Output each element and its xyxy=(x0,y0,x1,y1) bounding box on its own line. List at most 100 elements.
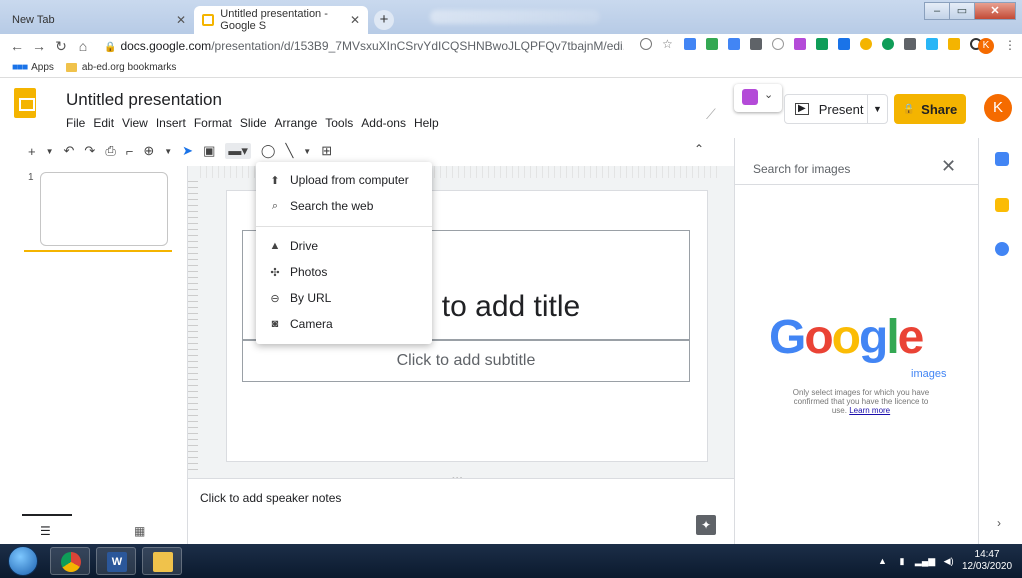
windows-taskbar: W ▲ ▮ ▂▄▆ ◀) 14:47 12/03/2020 xyxy=(0,544,1022,578)
menu-slide[interactable]: Slide xyxy=(240,116,267,130)
tab-untitled-presentation[interactable]: Untitled presentation - Google S ✕ xyxy=(194,6,368,34)
minimize-icon[interactable]: – xyxy=(924,2,950,20)
menu-arrange[interactable]: Arrange xyxy=(275,116,318,130)
new-slide-icon[interactable]: + xyxy=(28,144,36,159)
menu-item-upload[interactable]: ⬆ Upload from computer xyxy=(256,168,432,192)
extension-icon[interactable] xyxy=(860,38,872,50)
extension-icon[interactable] xyxy=(926,38,938,50)
new-slide-dropdown-icon[interactable]: ▼ xyxy=(46,147,54,156)
taskbar-explorer[interactable] xyxy=(142,547,182,575)
bookmark-ab-ed[interactable]: ab-ed.org bookmarks xyxy=(82,62,177,73)
window-close-icon[interactable]: ✕ xyxy=(974,2,1016,20)
extension-popup[interactable]: ⌄ xyxy=(734,84,782,112)
extension-icon[interactable] xyxy=(904,38,916,50)
menu-edit[interactable]: Edit xyxy=(93,116,114,130)
menu-item-camera[interactable]: ◙ Camera xyxy=(256,312,432,336)
select-cursor-icon[interactable]: ➤ xyxy=(182,143,193,159)
paint-format-icon[interactable]: ⌐ xyxy=(126,144,134,159)
image-search-input[interactable]: Search for images xyxy=(753,162,850,176)
keep-icon[interactable] xyxy=(995,198,1009,212)
explore-icon[interactable]: ✦ xyxy=(696,515,716,535)
new-tab-button[interactable]: + xyxy=(374,10,394,30)
maximize-icon[interactable]: ▭ xyxy=(949,2,975,20)
menu-file[interactable]: File xyxy=(66,116,85,130)
document-title[interactable]: Untitled presentation xyxy=(66,90,222,110)
home-icon[interactable]: ⌂ xyxy=(72,38,94,54)
menu-add-ons[interactable]: Add-ons xyxy=(361,116,406,130)
address-bar[interactable]: 🔒 docs.google.com/presentation/d/153B9_7M… xyxy=(104,34,624,58)
forward-icon[interactable]: → xyxy=(28,38,50,54)
close-icon[interactable]: ✕ xyxy=(941,156,956,177)
tab-close-icon[interactable]: ✕ xyxy=(350,13,360,27)
browser-menu-icon[interactable]: ⋮ xyxy=(1004,38,1016,52)
taskbar-word[interactable]: W xyxy=(96,547,136,575)
grid-view-icon[interactable]: ▦ xyxy=(134,524,145,538)
line-dropdown-icon[interactable]: ▼ xyxy=(303,147,311,156)
comment-icon[interactable]: ⊞ xyxy=(321,143,332,159)
bookmark-apps[interactable]: Apps xyxy=(31,62,54,73)
photos-icon: ✣ xyxy=(270,266,280,279)
taskbar-chrome[interactable] xyxy=(50,547,90,575)
undo-icon[interactable]: ↶ xyxy=(64,143,75,159)
redo-icon[interactable]: ↷ xyxy=(84,143,95,159)
extension-icon[interactable] xyxy=(706,38,718,50)
apps-grid-icon[interactable]: ■■■ xyxy=(12,62,28,73)
extension-icon[interactable] xyxy=(750,38,762,50)
zoom-icon[interactable]: ⊕ xyxy=(143,143,154,159)
text-box-icon[interactable]: ▣ xyxy=(203,143,215,159)
speaker-notes[interactable]: Click to add speaker notes ✦ xyxy=(188,478,734,544)
zoom-dropdown-icon[interactable]: ▼ xyxy=(164,147,172,156)
share-button[interactable]: 🔒 Share xyxy=(894,94,966,124)
extension-icon[interactable] xyxy=(728,38,740,50)
menu-item-drive[interactable]: ▲ Drive xyxy=(256,234,432,258)
menu-view[interactable]: View xyxy=(122,116,148,130)
collapse-toolbar-icon[interactable]: ⌃ xyxy=(694,142,704,156)
extension-icon[interactable] xyxy=(816,38,828,50)
activity-trend-icon[interactable]: ⟋ xyxy=(706,106,716,123)
slides-logo-icon[interactable] xyxy=(14,88,36,118)
browser-profile-avatar[interactable]: K xyxy=(978,38,994,54)
extension-icon[interactable] xyxy=(948,38,960,50)
present-dropdown-icon[interactable]: ▼ xyxy=(867,94,887,124)
menu-item-label: By URL xyxy=(290,291,332,305)
signal-icon[interactable]: ▂▄▆ xyxy=(915,556,935,566)
tasks-icon[interactable] xyxy=(995,242,1009,256)
calendar-icon[interactable] xyxy=(995,152,1009,166)
menu-item-search-web[interactable]: ⌕ Search the web xyxy=(256,194,432,218)
insert-image-icon[interactable]: ▬▾ xyxy=(225,143,251,159)
account-avatar[interactable]: K xyxy=(984,94,1012,122)
filmstrip-view-icon[interactable]: ☰ xyxy=(40,524,51,538)
star-icon[interactable]: ☆ xyxy=(662,38,674,50)
line-icon[interactable]: ╲ xyxy=(285,143,293,159)
zoom-icon[interactable] xyxy=(640,38,652,50)
extension-icon[interactable] xyxy=(882,38,894,50)
menu-format[interactable]: Format xyxy=(194,116,232,130)
reload-icon[interactable]: ↻ xyxy=(50,38,72,55)
extension-icon[interactable] xyxy=(838,38,850,50)
menu-insert[interactable]: Insert xyxy=(156,116,186,130)
tab-close-icon[interactable]: ✕ xyxy=(176,13,186,27)
menu-help[interactable]: Help xyxy=(414,116,439,130)
slide-thumbnail[interactable] xyxy=(40,172,168,246)
menu-tools[interactable]: Tools xyxy=(325,116,353,130)
volume-icon[interactable]: ◀) xyxy=(944,556,954,566)
license-disclaimer: Only select images for which you have co… xyxy=(791,388,931,415)
subtitle-placeholder[interactable]: Click to add subtitle xyxy=(242,340,690,382)
extension-icon[interactable] xyxy=(794,38,806,50)
start-button-icon[interactable] xyxy=(8,546,38,576)
learn-more-link[interactable]: Learn more xyxy=(849,406,890,415)
menu-item-photos[interactable]: ✣ Photos xyxy=(256,260,432,284)
chevron-right-icon[interactable]: › xyxy=(997,516,1001,530)
print-icon[interactable]: ⎙ xyxy=(105,143,115,159)
taskbar-clock[interactable]: 14:47 12/03/2020 xyxy=(962,549,1012,573)
back-icon[interactable]: ← xyxy=(6,38,28,54)
present-button[interactable]: ▶ Present ▼ xyxy=(784,94,888,124)
extension-icon[interactable] xyxy=(772,38,784,50)
network-icon[interactable]: ▮ xyxy=(899,556,904,566)
extension-icon[interactable] xyxy=(684,38,696,50)
tray-arrow-icon[interactable]: ▲ xyxy=(878,556,887,566)
shape-icon[interactable]: ◯ xyxy=(261,143,276,159)
folder-icon xyxy=(153,552,173,572)
menu-item-by-url[interactable]: ⊖ By URL xyxy=(256,286,432,310)
tab-new-tab[interactable]: New Tab ✕ xyxy=(4,6,194,34)
